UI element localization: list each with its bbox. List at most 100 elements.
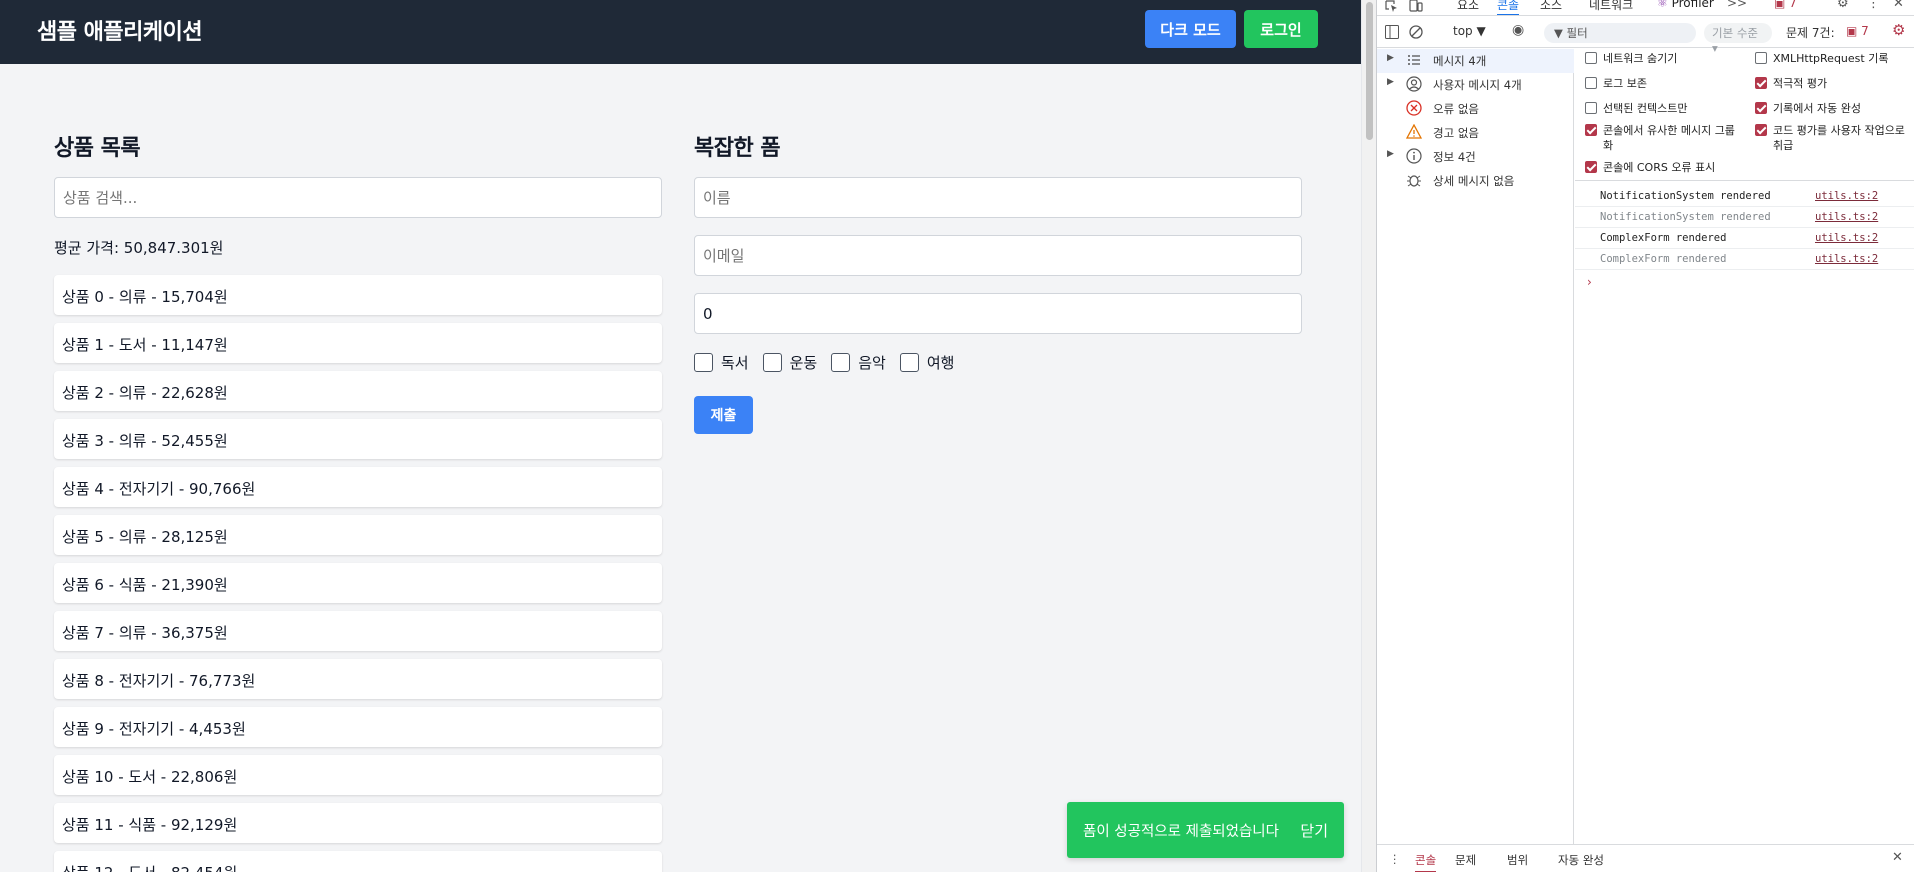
drawer-tab-console[interactable]: 콘솔 — [1415, 852, 1437, 872]
checkbox[interactable] — [1755, 102, 1767, 114]
submit-button[interactable]: 제출 — [694, 396, 753, 434]
scrollbar-thumb[interactable] — [1366, 2, 1373, 140]
issues-badge[interactable]: ▣ 7 — [1774, 0, 1797, 10]
log-source-link[interactable]: utils.ts:2 — [1815, 253, 1878, 265]
checkbox[interactable] — [1755, 77, 1767, 89]
page-scrollbar[interactable] — [1361, 0, 1376, 872]
setting-user-activation[interactable]: 코드 평가를 사용자 작업으로 취급 — [1755, 123, 1914, 153]
setting-group-similar[interactable]: 콘솔에서 유사한 메시지 그룹화 — [1585, 123, 1745, 153]
context-selector[interactable]: top ▼ — [1453, 24, 1486, 38]
checkbox[interactable] — [1585, 52, 1597, 64]
issues-counter[interactable]: ▣ 7 — [1846, 24, 1869, 38]
setting-eager-eval[interactable]: 적극적 평가 — [1755, 76, 1914, 91]
setting-log-xhr[interactable]: XMLHttpRequest 기록 — [1755, 51, 1914, 66]
drawer-menu-icon[interactable]: ⋮ — [1389, 852, 1401, 866]
setting-hide-network[interactable]: 네트워크 숨기기 — [1585, 51, 1745, 66]
product-list-item[interactable]: 상품 11 - 식품 - 92,129원 — [54, 803, 662, 843]
console-prompt[interactable]: › — [1587, 275, 1592, 289]
sidebar-item-warnings[interactable]: 경고 없음 — [1377, 121, 1574, 145]
log-level-select[interactable]: 기본 수준 ▾ — [1704, 23, 1772, 55]
product-list-item[interactable]: 상품 2 - 의류 - 22,628원 — [54, 371, 662, 411]
name-field[interactable] — [694, 177, 1302, 218]
setting-autocomplete-history[interactable]: 기록에서 자동 완성 — [1755, 101, 1914, 116]
user-icon — [1406, 76, 1422, 92]
expand-arrow-icon[interactable]: ▶ — [1387, 149, 1394, 159]
issue-icon: ▣ — [1846, 24, 1858, 38]
expand-arrow-icon[interactable]: ▶ — [1387, 53, 1394, 63]
success-toast: 폼이 성공적으로 제출되었습니다 닫기 — [1067, 802, 1344, 858]
console-settings-gear-icon[interactable]: ⚙ — [1892, 21, 1905, 39]
product-list-item[interactable]: 상품 12 - 도서 - 82,454원 — [54, 851, 662, 872]
email-field[interactable] — [694, 235, 1302, 276]
log-source-link[interactable]: utils.ts:2 — [1815, 211, 1878, 223]
tab-console[interactable]: 콘솔 — [1497, 0, 1520, 15]
product-list-item[interactable]: 상품 8 - 전자기기 - 76,773원 — [54, 659, 662, 699]
product-list-item[interactable]: 상품 1 - 도서 - 11,147원 — [54, 323, 662, 363]
checkbox[interactable] — [1585, 102, 1597, 114]
close-devtools-icon[interactable]: ✕ — [1893, 0, 1904, 11]
settings-gear-icon[interactable]: ⚙ — [1837, 0, 1849, 11]
checkbox[interactable] — [1755, 52, 1767, 64]
devtools-tab-bar: 요소 콘솔 소스 네트워크 ⚛ Profiler >> ▣ 7 ⚙ ⋮ ✕ — [1377, 0, 1914, 16]
drawer-tab-coverage[interactable]: 범위 — [1507, 852, 1528, 868]
kebab-menu-icon[interactable]: ⋮ — [1867, 0, 1880, 11]
expand-arrow-icon[interactable]: ▶ — [1387, 77, 1394, 87]
issues-count: 7 — [1861, 24, 1869, 38]
sidebar-item-errors[interactable]: 오류 없음 — [1377, 97, 1574, 121]
checkbox[interactable] — [694, 353, 713, 372]
product-list-item[interactable]: 상품 4 - 전자기기 - 90,766원 — [54, 467, 662, 507]
close-drawer-icon[interactable]: ✕ — [1892, 850, 1903, 865]
filter-input[interactable]: ▼ 필터 — [1544, 23, 1696, 43]
checkbox[interactable] — [1585, 124, 1597, 136]
setting-label: 콘솔에서 유사한 메시지 그룹화 — [1603, 124, 1735, 152]
tab-elements[interactable]: 요소 — [1457, 0, 1479, 13]
tab-profiler[interactable]: ⚛ Profiler — [1657, 0, 1714, 10]
product-list-item[interactable]: 상품 10 - 도서 - 22,806원 — [54, 755, 662, 795]
product-list-item[interactable]: 상품 9 - 전자기기 - 4,453원 — [54, 707, 662, 747]
product-search-input[interactable] — [54, 177, 662, 218]
number-field[interactable] — [694, 293, 1302, 334]
setting-cors-errors[interactable]: 콘솔에 CORS 오류 표시 — [1585, 160, 1745, 175]
app-title: 샘플 애플리케이션 — [37, 20, 203, 45]
checkbox[interactable] — [762, 353, 782, 372]
interest-travel[interactable]: 여행 — [899, 352, 954, 373]
checkbox[interactable] — [1585, 77, 1597, 89]
log-source-link[interactable]: utils.ts:2 — [1815, 232, 1878, 244]
inspect-icon[interactable] — [1385, 0, 1399, 12]
interest-reading[interactable]: 독서 — [694, 352, 749, 373]
error-icon — [1406, 100, 1422, 116]
eye-icon[interactable]: ◉ — [1512, 22, 1524, 38]
setting-selected-context[interactable]: 선택된 컨텍스트만 — [1585, 101, 1745, 116]
console-toolbar: top ▼ ◉ ▼ 필터 기본 수준 ▾ 문제 7건: ▣ 7 ⚙ — [1377, 17, 1914, 55]
checkbox[interactable] — [899, 353, 919, 372]
checkbox[interactable] — [1755, 124, 1767, 136]
login-button[interactable]: 로그인 — [1244, 10, 1318, 48]
sidebar-item-info[interactable]: ▶ 정보 4건 — [1377, 145, 1574, 169]
drawer-tab-issues[interactable]: 문제 — [1455, 852, 1476, 868]
toast-close-button[interactable]: 닫기 — [1300, 820, 1328, 841]
setting-label: 기록에서 자동 완성 — [1773, 102, 1861, 115]
interest-sports[interactable]: 운동 — [762, 352, 817, 373]
clear-console-icon[interactable] — [1409, 25, 1423, 39]
more-tabs-button[interactable]: >> — [1727, 0, 1747, 10]
interest-music[interactable]: 음악 — [831, 352, 886, 373]
sidebar-item-messages[interactable]: ▶ 메시지 4개 — [1377, 49, 1574, 73]
filter-icon: ▼ — [1554, 26, 1563, 40]
checkbox[interactable] — [831, 353, 851, 372]
setting-preserve-log[interactable]: 로그 보존 — [1585, 76, 1745, 91]
checkbox[interactable] — [1585, 161, 1597, 173]
sidebar-toggle-icon[interactable] — [1385, 25, 1399, 39]
product-list-item[interactable]: 상품 3 - 의류 - 52,455원 — [54, 419, 662, 459]
log-source-link[interactable]: utils.ts:2 — [1815, 190, 1878, 202]
product-list-item[interactable]: 상품 0 - 의류 - 15,704원 — [54, 275, 662, 315]
drawer-tab-autofill[interactable]: 자동 완성 — [1558, 852, 1604, 868]
sidebar-item-verbose[interactable]: 상세 메시지 없음 — [1377, 169, 1574, 193]
product-list-item[interactable]: 상품 6 - 식품 - 21,390원 — [54, 563, 662, 603]
product-list-item[interactable]: 상품 5 - 의류 - 28,125원 — [54, 515, 662, 555]
product-list-item[interactable]: 상품 7 - 의류 - 36,375원 — [54, 611, 662, 651]
tab-sources[interactable]: 소스 — [1540, 0, 1562, 13]
sidebar-item-user-messages[interactable]: ▶ 사용자 메시지 4개 — [1377, 73, 1574, 97]
tab-network[interactable]: 네트워크 — [1589, 0, 1633, 13]
dark-mode-button[interactable]: 다크 모드 — [1145, 10, 1236, 48]
device-toolbar-icon[interactable] — [1409, 0, 1423, 12]
